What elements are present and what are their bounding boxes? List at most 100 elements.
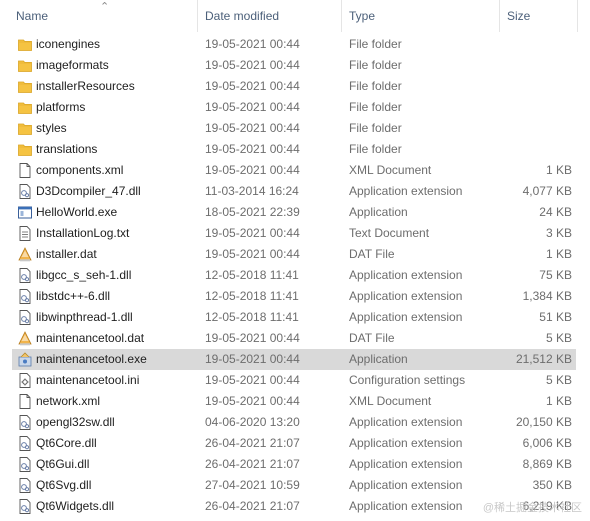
column-divider[interactable] bbox=[499, 0, 500, 32]
file-name: translations bbox=[36, 142, 98, 156]
file-type: DAT File bbox=[349, 331, 395, 345]
file-type: File folder bbox=[349, 58, 402, 72]
file-row[interactable]: libwinpthread-1.dll 12-05-2018 11:41 Appli… bbox=[12, 307, 576, 328]
file-name: opengl32sw.dll bbox=[36, 415, 115, 429]
file-row[interactable]: installerResources 19-05-2021 00:44 File f… bbox=[12, 76, 576, 97]
file-name: installerResources bbox=[36, 79, 135, 93]
file-date-modified: 19-05-2021 00:44 bbox=[205, 58, 300, 72]
dll-icon bbox=[18, 436, 32, 451]
file-date-modified: 12-05-2018 11:41 bbox=[205, 289, 299, 303]
dll-icon bbox=[18, 310, 32, 325]
file-row[interactable]: maintenancetool.dat 19-05-2021 00:44 DAT F… bbox=[12, 328, 576, 349]
document-icon bbox=[18, 394, 32, 409]
file-date-modified: 19-05-2021 00:44 bbox=[205, 79, 300, 93]
file-name: iconengines bbox=[36, 37, 101, 51]
file-name: libstdc++-6.dll bbox=[36, 289, 111, 303]
file-type: Configuration settings bbox=[349, 373, 466, 387]
file-row[interactable]: translations 19-05-2021 00:44 File folder bbox=[12, 139, 576, 160]
file-row[interactable]: iconengines 19-05-2021 00:44 File folder bbox=[12, 34, 576, 55]
file-name: HelloWorld.exe bbox=[36, 205, 118, 219]
column-divider[interactable] bbox=[341, 0, 342, 32]
column-header-type[interactable]: Type bbox=[349, 0, 375, 32]
file-type: Application extension bbox=[349, 310, 463, 324]
folder-icon bbox=[18, 121, 32, 136]
file-name: Qt6Widgets.dll bbox=[36, 499, 115, 513]
file-date-modified: 19-05-2021 00:44 bbox=[205, 37, 300, 51]
file-row[interactable]: libgcc_s_seh-1.dll 12-05-2018 11:41 Applic… bbox=[12, 265, 576, 286]
file-name: maintenancetool.ini bbox=[36, 373, 140, 387]
file-type: File folder bbox=[349, 79, 402, 93]
file-type: Application extension bbox=[349, 268, 463, 282]
file-date-modified: 26-04-2021 21:07 bbox=[205, 499, 300, 513]
file-row[interactable]: network.xml 19-05-2021 00:44 XML Document 1… bbox=[12, 391, 576, 412]
dll-icon bbox=[18, 415, 32, 430]
column-header-date-modified[interactable]: Date modified bbox=[205, 0, 279, 32]
file-type: Application extension bbox=[349, 436, 463, 450]
file-date-modified: 19-05-2021 00:44 bbox=[205, 121, 300, 135]
file-row[interactable]: components.xml 19-05-2021 00:44 XML Docume… bbox=[12, 160, 576, 181]
folder-icon bbox=[18, 37, 32, 52]
dll-icon bbox=[18, 499, 32, 514]
document-icon bbox=[18, 163, 32, 178]
file-type: DAT File bbox=[349, 247, 395, 261]
file-name: network.xml bbox=[36, 394, 101, 408]
file-row[interactable]: maintenancetool.ini 19-05-2021 00:44 Confi… bbox=[12, 370, 576, 391]
file-type: XML Document bbox=[349, 163, 432, 177]
file-row[interactable]: D3Dcompiler_47.dll 11-03-2014 16:24 Applic… bbox=[12, 181, 576, 202]
file-size: 5 KB bbox=[545, 373, 572, 387]
dll-icon bbox=[18, 184, 32, 199]
file-row[interactable]: Qt6Svg.dll 27-04-2021 10:59 Application ex… bbox=[12, 475, 576, 496]
file-row[interactable]: imageformats 19-05-2021 00:44 File folder bbox=[12, 55, 576, 76]
file-date-modified: 19-05-2021 00:44 bbox=[205, 226, 300, 240]
file-size: 350 KB bbox=[532, 478, 572, 492]
file-row[interactable]: Qt6Gui.dll 26-04-2021 21:07 Application ex… bbox=[12, 454, 576, 475]
file-row[interactable]: InstallationLog.txt 19-05-2021 00:44 Text … bbox=[12, 223, 576, 244]
column-header-name[interactable]: Name bbox=[16, 0, 48, 32]
file-row[interactable]: maintenancetool.exe 19-05-2021 00:44 Appli… bbox=[12, 349, 576, 370]
sort-ascending-icon: ⌃ bbox=[100, 1, 110, 13]
file-name: maintenancetool.exe bbox=[36, 352, 147, 366]
dll-icon bbox=[18, 289, 32, 304]
file-size: 20,150 KB bbox=[515, 415, 572, 429]
installer-exe-icon bbox=[18, 352, 32, 367]
folder-icon bbox=[18, 100, 32, 115]
file-size: 1,384 KB bbox=[522, 289, 572, 303]
file-row[interactable]: opengl32sw.dll 04-06-2020 13:20 Applicatio… bbox=[12, 412, 576, 433]
column-header-size[interactable]: Size bbox=[507, 0, 530, 32]
file-type: Text Document bbox=[349, 226, 430, 240]
dat-file-icon bbox=[18, 331, 32, 346]
text-file-icon bbox=[18, 226, 32, 241]
file-size: 3 KB bbox=[545, 226, 572, 240]
file-name: libwinpthread-1.dll bbox=[36, 310, 133, 324]
folder-icon bbox=[18, 79, 32, 94]
file-size: 1 KB bbox=[545, 247, 572, 261]
file-type: XML Document bbox=[349, 394, 432, 408]
file-size: 21,512 KB bbox=[515, 352, 572, 366]
file-date-modified: 19-05-2021 00:44 bbox=[205, 352, 300, 366]
column-divider[interactable] bbox=[197, 0, 198, 32]
exe-icon bbox=[18, 205, 32, 220]
file-size: 8,869 KB bbox=[522, 457, 572, 471]
file-row[interactable]: styles 19-05-2021 00:44 File folder bbox=[12, 118, 576, 139]
file-type: Application extension bbox=[349, 457, 463, 471]
watermark: @稀土掘金技术社区 bbox=[482, 502, 582, 514]
file-name: components.xml bbox=[36, 163, 124, 177]
file-type: Application extension bbox=[349, 499, 463, 513]
file-row[interactable]: HelloWorld.exe 18-05-2021 22:39 Applicatio… bbox=[12, 202, 576, 223]
file-name: D3Dcompiler_47.dll bbox=[36, 184, 141, 198]
file-row[interactable]: installer.dat 19-05-2021 00:44 DAT File 1 K… bbox=[12, 244, 576, 265]
file-name: installer.dat bbox=[36, 247, 97, 261]
file-name: platforms bbox=[36, 100, 86, 114]
dat-file-icon bbox=[18, 247, 32, 262]
file-row[interactable]: Qt6Core.dll 26-04-2021 21:07 Application e… bbox=[12, 433, 576, 454]
file-type: Application extension bbox=[349, 289, 463, 303]
file-name: Qt6Core.dll bbox=[36, 436, 97, 450]
file-type: File folder bbox=[349, 142, 402, 156]
file-type: Application bbox=[349, 205, 408, 219]
file-type: File folder bbox=[349, 37, 402, 51]
file-date-modified: 19-05-2021 00:44 bbox=[205, 247, 300, 261]
file-row[interactable]: libstdc++-6.dll 12-05-2018 11:41 Applicati… bbox=[12, 286, 576, 307]
column-divider[interactable] bbox=[577, 0, 578, 32]
file-size: 75 KB bbox=[539, 268, 572, 282]
file-row[interactable]: platforms 19-05-2021 00:44 File folder bbox=[12, 97, 576, 118]
